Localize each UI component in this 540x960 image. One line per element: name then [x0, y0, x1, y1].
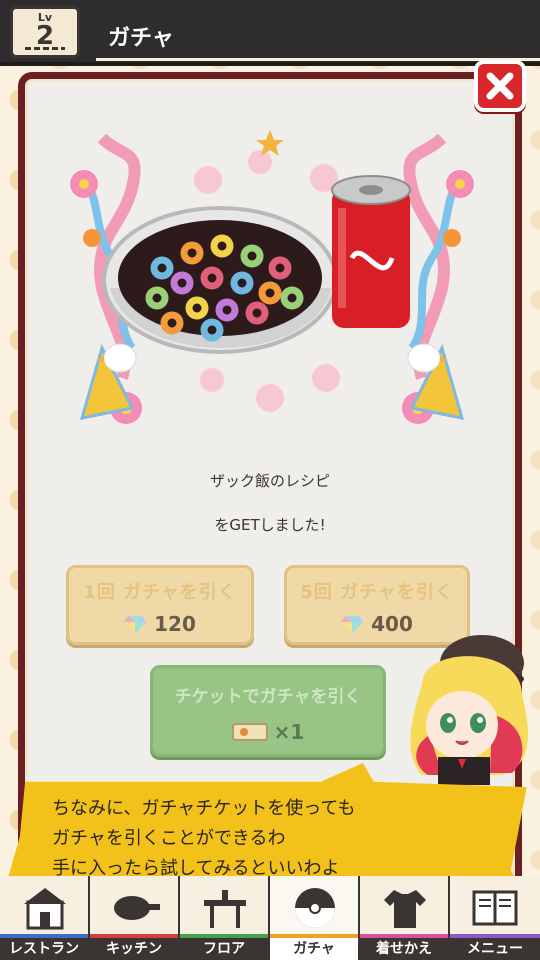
gacha-ticket-button[interactable]: チケットでガチャを引く ×1	[150, 665, 386, 757]
cola-can	[331, 175, 411, 328]
level-badge-decoration	[25, 47, 65, 50]
page-title: ガチャ	[108, 26, 174, 51]
table-icon	[204, 890, 246, 928]
dialog-line: ガチャを引くことができるわ	[52, 828, 286, 849]
dialog-text: ちなみに、ガチャチケットを使っても ガチャを引くことができるわ 手に入ったら試し…	[52, 794, 512, 884]
nav-label: ガチャ	[270, 938, 358, 960]
gacha-single-cost: 120	[69, 612, 251, 636]
gem-icon	[124, 616, 147, 634]
nav-gacha[interactable]: ガチャ	[270, 876, 360, 960]
dialog-line: ちなみに、ガチャチケットを使っても	[52, 798, 356, 819]
cereal-bowl	[102, 206, 338, 354]
close-button[interactable]	[474, 60, 526, 112]
gacha-ticket-cost: ×1	[153, 720, 383, 744]
result-recipe-name: ザック飯のレシピ	[209, 472, 330, 490]
nav-label: メニュー	[450, 938, 540, 960]
gacha-single-cost-value: 120	[154, 612, 196, 636]
ticket-icon	[231, 723, 268, 741]
nav-label: 着せかえ	[360, 938, 448, 960]
bird-icon	[96, 343, 448, 373]
nav-kitchen[interactable]: キッチン	[90, 876, 180, 960]
gacha-five-label: 5回 ガチャを引く	[300, 582, 454, 603]
result-get-message: をGETしました!	[214, 516, 326, 534]
gacha-ticket-label: チケットでガチャを引く	[174, 687, 362, 707]
nav-label: フロア	[180, 938, 268, 960]
gacha-ticket-cost-value: ×1	[273, 720, 305, 744]
app-header: Lv 2 ガチャ	[0, 0, 540, 66]
menu-book-icon	[472, 890, 518, 926]
nav-label: レストラン	[0, 938, 88, 960]
gacha-single-button[interactable]: 1回 ガチャを引く 120	[66, 565, 254, 645]
nav-my-restaurant[interactable]: レストラン	[0, 876, 90, 960]
nav-label: キッチン	[90, 938, 178, 960]
guide-character	[410, 635, 528, 785]
close-icon	[486, 72, 514, 100]
header-divider	[96, 58, 540, 61]
recipe-illustration	[70, 130, 474, 424]
restaurant-icon	[24, 888, 66, 930]
gacha-single-label: 1回 ガチャを引く	[83, 582, 237, 603]
shirt-icon	[384, 890, 426, 928]
gacha-capsule-icon	[295, 888, 335, 928]
nav-dress-up[interactable]: 着せかえ	[360, 876, 450, 960]
gem-icon	[341, 616, 364, 634]
nav-floor[interactable]: フロア	[180, 876, 270, 960]
nav-menu[interactable]: メニュー	[450, 876, 540, 960]
bottom-navigation: レストラン キッチン フロア ガチャ 着せかえ メニュー	[0, 876, 540, 960]
frying-pan-icon	[114, 896, 160, 920]
level-badge: Lv 2	[10, 6, 80, 58]
